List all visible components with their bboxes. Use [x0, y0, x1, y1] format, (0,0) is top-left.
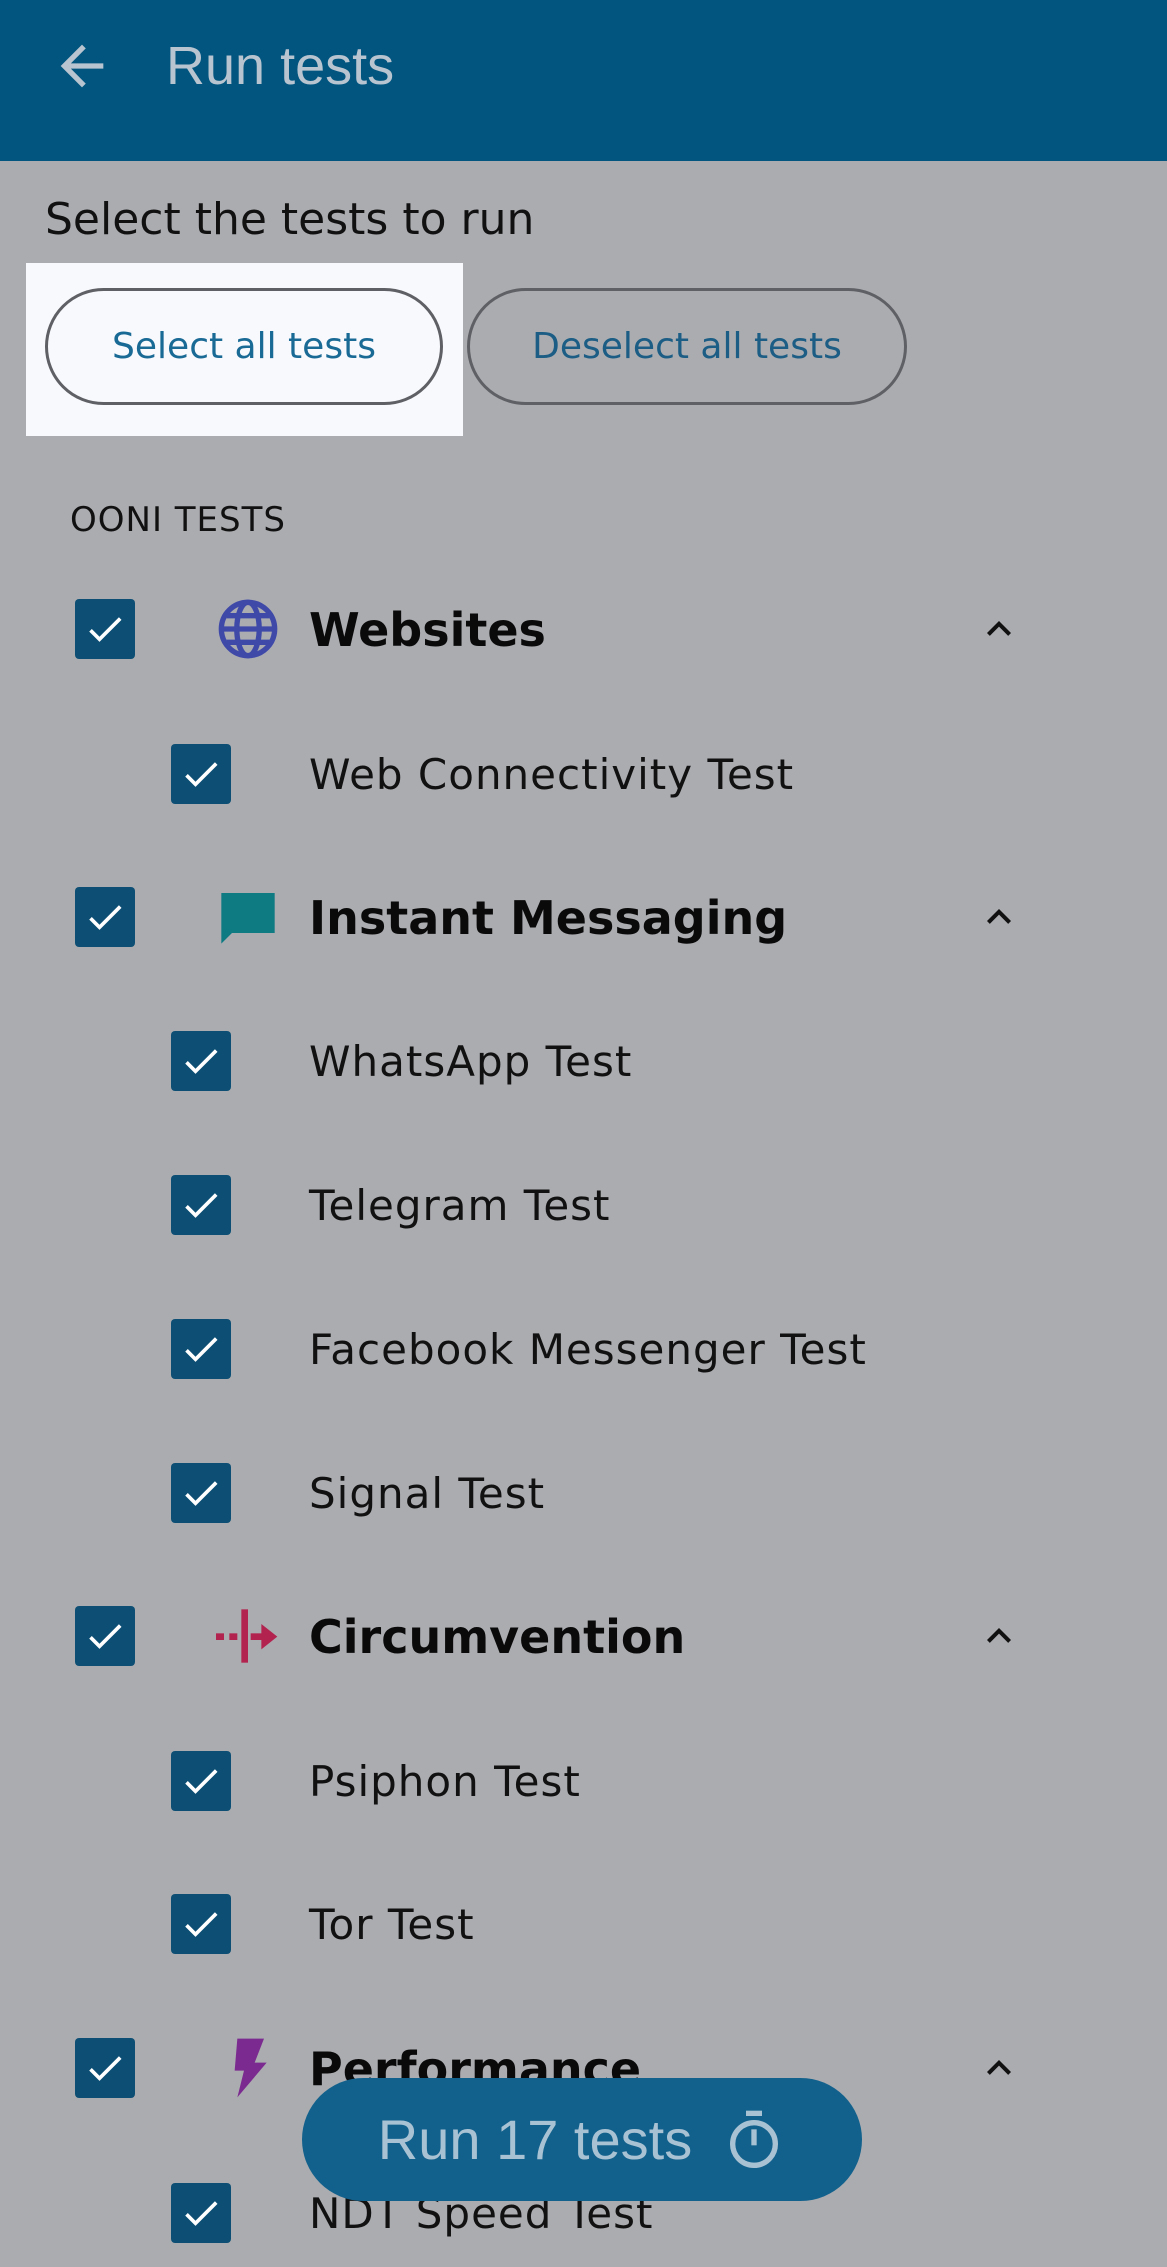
- check-icon: [185, 1769, 218, 1794]
- check-icon: [185, 1049, 218, 1074]
- checkbox-psiphon[interactable]: [171, 1751, 231, 1811]
- check-icon: [185, 762, 218, 787]
- check-icon: [185, 2201, 218, 2226]
- checkbox-group-instant-messaging[interactable]: [75, 887, 135, 947]
- lightning-icon: [234, 2038, 267, 2098]
- page-title: Run tests: [166, 36, 395, 96]
- test-label: WhatsApp Test: [309, 1037, 633, 1086]
- chevron-up-icon[interactable]: [975, 893, 1023, 941]
- app-bar: Run tests: [0, 0, 1167, 161]
- back-button[interactable]: [50, 34, 114, 98]
- check-icon: [89, 1624, 122, 1649]
- run-tests-label: Run 17 tests: [377, 2108, 693, 2171]
- check-icon: [185, 1193, 218, 1218]
- circumvention-icon: [216, 1609, 278, 1663]
- check-icon: [89, 617, 122, 642]
- checkbox-web-connectivity[interactable]: [171, 744, 231, 804]
- checkbox-group-websites[interactable]: [75, 599, 135, 659]
- deselect-all-button[interactable]: Deselect all tests: [467, 288, 907, 405]
- globe-icon: [218, 599, 278, 659]
- checkbox-tor[interactable]: [171, 1894, 231, 1954]
- test-label: Signal Test: [309, 1469, 546, 1518]
- test-label: Web Connectivity Test: [309, 750, 795, 799]
- group-label-instant-messaging: Instant Messaging: [309, 891, 788, 945]
- checkbox-telegram[interactable]: [171, 1175, 231, 1235]
- chevron-up-icon[interactable]: [975, 2044, 1023, 2092]
- select-all-button[interactable]: Select all tests: [45, 288, 443, 405]
- chevron-up-icon[interactable]: [975, 1612, 1023, 1660]
- check-icon: [185, 1912, 218, 1937]
- checkbox-group-circumvention[interactable]: [75, 1606, 135, 1666]
- checkbox-ndt-speed[interactable]: [171, 2183, 231, 2243]
- checkbox-signal[interactable]: [171, 1463, 231, 1523]
- checkbox-whatsapp[interactable]: [171, 1031, 231, 1091]
- checkbox-group-performance[interactable]: [75, 2038, 135, 2098]
- test-label: Tor Test: [309, 1900, 475, 1949]
- chat-bubble-icon: [221, 893, 275, 944]
- test-label: Telegram Test: [309, 1181, 611, 1230]
- test-label: Facebook Messenger Test: [309, 1325, 867, 1374]
- checkbox-facebook-messenger[interactable]: [171, 1319, 231, 1379]
- instructions-text: Select the tests to run: [45, 194, 535, 245]
- check-icon: [89, 2056, 122, 2081]
- check-icon: [89, 905, 122, 930]
- chevron-up-icon[interactable]: [975, 605, 1023, 653]
- group-label-websites: Websites: [309, 603, 546, 657]
- check-icon: [185, 1481, 218, 1506]
- test-label: Psiphon Test: [309, 1757, 581, 1806]
- check-icon: [185, 1337, 218, 1362]
- timer-icon: [730, 2110, 779, 2168]
- section-title: OONI TESTS: [70, 500, 286, 540]
- run-tests-button[interactable]: Run 17 tests: [302, 2078, 862, 2201]
- arrow-back-icon: [60, 44, 104, 88]
- group-label-circumvention: Circumvention: [309, 1610, 686, 1664]
